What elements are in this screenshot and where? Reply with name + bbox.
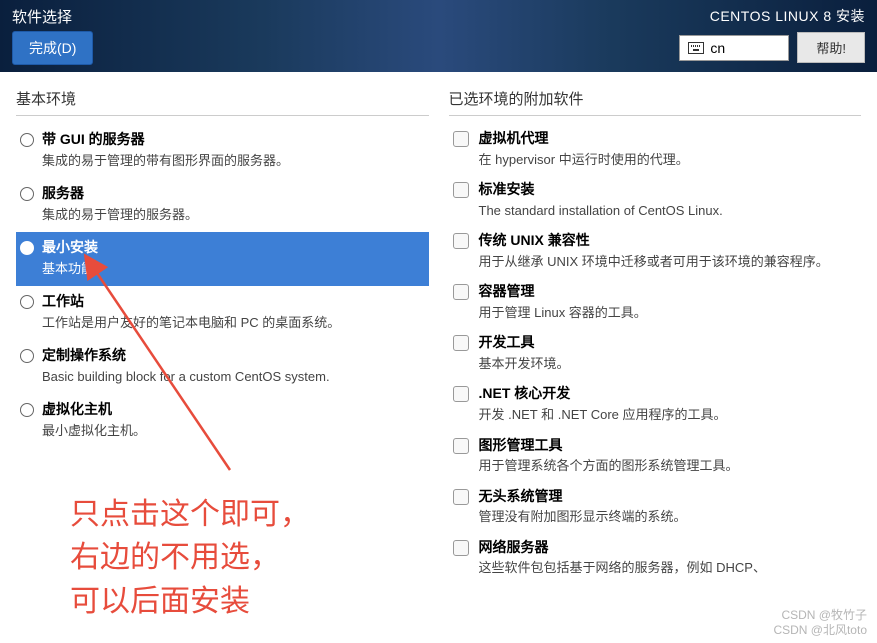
env-item[interactable]: 定制操作系统Basic building block for a custom … — [16, 340, 429, 394]
env-item-title: 虚拟化主机 — [42, 400, 421, 420]
addon-item-text: 标准安装The standard installation of CentOS … — [479, 180, 854, 220]
env-item-desc: 基本功能。 — [42, 259, 421, 279]
checkbox-icon[interactable] — [453, 284, 469, 300]
radio-icon — [20, 403, 34, 417]
base-environment-column: 基本环境 带 GUI 的服务器集成的易于管理的带有图形界面的服务器。服务器集成的… — [16, 88, 429, 643]
env-item-text: 带 GUI 的服务器集成的易于管理的带有图形界面的服务器。 — [42, 130, 421, 170]
addon-item-desc: 管理没有附加图形显示终端的系统。 — [479, 507, 854, 527]
addon-item[interactable]: 网络服务器这些软件包包括基于网络的服务器，例如 DHCP、 — [449, 533, 862, 584]
base-env-list: 带 GUI 的服务器集成的易于管理的带有图形界面的服务器。服务器集成的易于管理的… — [16, 124, 429, 449]
checkbox-icon[interactable] — [453, 182, 469, 198]
header-left: 软件选择 完成(D) — [12, 6, 93, 72]
addon-item-title: 虚拟机代理 — [479, 129, 854, 149]
env-item[interactable]: 虚拟化主机最小虚拟化主机。 — [16, 394, 429, 448]
addon-item[interactable]: 标准安装The standard installation of CentOS … — [449, 175, 862, 226]
addon-item-title: 开发工具 — [479, 333, 854, 353]
done-button[interactable]: 完成(D) — [12, 31, 93, 65]
env-item-title: 最小安装 — [42, 238, 421, 258]
env-item-title: 工作站 — [42, 292, 421, 312]
addon-item-title: 网络服务器 — [479, 538, 854, 558]
addon-item-desc: 用于管理系统各个方面的图形系统管理工具。 — [479, 456, 854, 476]
header-right: CENTOS LINUX 8 安装 cn 帮助! — [679, 6, 865, 72]
env-item-text: 最小安装基本功能。 — [42, 238, 421, 278]
header-controls: cn 帮助! — [679, 32, 865, 63]
addon-item-title: 标准安装 — [479, 180, 854, 200]
env-item-desc: 集成的易于管理的带有图形界面的服务器。 — [42, 151, 421, 171]
addon-item-desc: The standard installation of CentOS Linu… — [479, 201, 854, 221]
addon-item-title: 无头系统管理 — [479, 487, 854, 507]
addon-item[interactable]: 开发工具基本开发环境。 — [449, 328, 862, 379]
radio-icon — [20, 187, 34, 201]
env-item[interactable]: 服务器集成的易于管理的服务器。 — [16, 178, 429, 232]
env-item-text: 定制操作系统Basic building block for a custom … — [42, 346, 421, 386]
addon-item-title: 容器管理 — [479, 282, 854, 302]
addon-item-title: .NET 核心开发 — [479, 384, 854, 404]
addon-item-desc: 基本开发环境。 — [479, 354, 854, 374]
addon-item-text: 开发工具基本开发环境。 — [479, 333, 854, 373]
env-item[interactable]: 最小安装基本功能。 — [16, 232, 429, 286]
env-item-title: 服务器 — [42, 184, 421, 204]
addon-item[interactable]: 图形管理工具用于管理系统各个方面的图形系统管理工具。 — [449, 431, 862, 482]
addon-item[interactable]: 容器管理用于管理 Linux 容器的工具。 — [449, 277, 862, 328]
checkbox-icon[interactable] — [453, 438, 469, 454]
checkbox-icon[interactable] — [453, 131, 469, 147]
env-item-text: 虚拟化主机最小虚拟化主机。 — [42, 400, 421, 440]
env-item-desc: 最小虚拟化主机。 — [42, 421, 421, 441]
keyboard-layout-selector[interactable]: cn — [679, 35, 789, 61]
radio-icon — [20, 349, 34, 363]
radio-icon — [20, 133, 34, 147]
addon-item-text: 网络服务器这些软件包包括基于网络的服务器，例如 DHCP、 — [479, 538, 854, 578]
addon-item-text: 虚拟机代理在 hypervisor 中运行时使用的代理。 — [479, 129, 854, 169]
addon-item-text: .NET 核心开发开发 .NET 和 .NET Core 应用程序的工具。 — [479, 384, 854, 424]
keyboard-lang-code: cn — [710, 40, 725, 56]
addon-item-desc: 用于从继承 UNIX 环境中迁移或者可用于该环境的兼容程序。 — [479, 252, 854, 272]
checkbox-icon[interactable] — [453, 540, 469, 556]
addon-item-text: 容器管理用于管理 Linux 容器的工具。 — [479, 282, 854, 322]
checkbox-icon[interactable] — [453, 386, 469, 402]
addon-item[interactable]: 传统 UNIX 兼容性用于从继承 UNIX 环境中迁移或者可用于该环境的兼容程序… — [449, 226, 862, 277]
install-title: CENTOS LINUX 8 安装 — [710, 6, 865, 26]
base-env-title: 基本环境 — [16, 88, 429, 116]
radio-icon — [20, 295, 34, 309]
env-item-desc: 工作站是用户友好的笔记本电脑和 PC 的桌面系统。 — [42, 313, 421, 333]
checkbox-icon[interactable] — [453, 335, 469, 351]
addon-item-title: 传统 UNIX 兼容性 — [479, 231, 854, 251]
keyboard-icon — [688, 42, 704, 54]
addon-item-text: 无头系统管理管理没有附加图形显示终端的系统。 — [479, 487, 854, 527]
env-item-text: 工作站工作站是用户友好的笔记本电脑和 PC 的桌面系统。 — [42, 292, 421, 332]
addon-title: 已选环境的附加软件 — [449, 88, 862, 116]
addon-item-desc: 用于管理 Linux 容器的工具。 — [479, 303, 854, 323]
addon-column: 已选环境的附加软件 虚拟机代理在 hypervisor 中运行时使用的代理。标准… — [449, 88, 862, 643]
header-bar: 软件选择 完成(D) CENTOS LINUX 8 安装 cn 帮助! — [0, 0, 877, 72]
addon-item-desc: 在 hypervisor 中运行时使用的代理。 — [479, 150, 854, 170]
addon-item[interactable]: 虚拟机代理在 hypervisor 中运行时使用的代理。 — [449, 124, 862, 175]
env-item[interactable]: 工作站工作站是用户友好的笔记本电脑和 PC 的桌面系统。 — [16, 286, 429, 340]
env-item-text: 服务器集成的易于管理的服务器。 — [42, 184, 421, 224]
env-item-desc: 集成的易于管理的服务器。 — [42, 205, 421, 225]
env-item-title: 带 GUI 的服务器 — [42, 130, 421, 150]
addon-item-title: 图形管理工具 — [479, 436, 854, 456]
addon-list[interactable]: 虚拟机代理在 hypervisor 中运行时使用的代理。标准安装The stan… — [449, 124, 862, 584]
addon-item-text: 图形管理工具用于管理系统各个方面的图形系统管理工具。 — [479, 436, 854, 476]
addon-item-desc: 这些软件包包括基于网络的服务器，例如 DHCP、 — [479, 558, 854, 578]
env-item[interactable]: 带 GUI 的服务器集成的易于管理的带有图形界面的服务器。 — [16, 124, 429, 178]
radio-icon — [20, 241, 34, 255]
addon-item[interactable]: .NET 核心开发开发 .NET 和 .NET Core 应用程序的工具。 — [449, 379, 862, 430]
help-button[interactable]: 帮助! — [797, 32, 865, 63]
env-item-desc: Basic building block for a custom CentOS… — [42, 367, 421, 387]
checkbox-icon[interactable] — [453, 233, 469, 249]
env-item-title: 定制操作系统 — [42, 346, 421, 366]
addon-item-desc: 开发 .NET 和 .NET Core 应用程序的工具。 — [479, 405, 854, 425]
content-area: 基本环境 带 GUI 的服务器集成的易于管理的带有图形界面的服务器。服务器集成的… — [0, 72, 877, 643]
page-title: 软件选择 — [12, 6, 93, 27]
checkbox-icon[interactable] — [453, 489, 469, 505]
addon-item[interactable]: 无头系统管理管理没有附加图形显示终端的系统。 — [449, 482, 862, 533]
addon-item-text: 传统 UNIX 兼容性用于从继承 UNIX 环境中迁移或者可用于该环境的兼容程序… — [479, 231, 854, 271]
